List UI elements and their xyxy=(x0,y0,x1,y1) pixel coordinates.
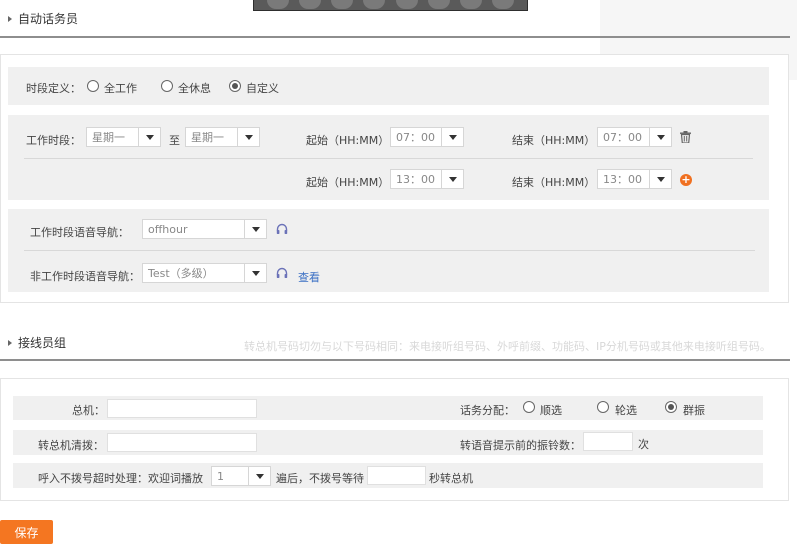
day-to-value: 星期一 xyxy=(191,131,224,144)
timeout-suffix-label: 秒转总机 xyxy=(429,472,473,485)
chevron-down-icon xyxy=(448,134,457,140)
period-option-all-rest: 全休息 xyxy=(178,82,211,95)
distribution-option-round-robin: 轮选 xyxy=(615,404,637,417)
chevron-down-icon xyxy=(145,134,154,140)
dial-input[interactable] xyxy=(107,433,257,452)
time-row-divider xyxy=(24,158,753,159)
timeout-mid-label: 遍后，不拨号等待 xyxy=(276,472,364,485)
nonwork-voice-nav-label: 非工作时段语音导航： xyxy=(30,270,140,283)
day-from-select[interactable]: 星期一 xyxy=(86,127,161,147)
rings-unit: 次 xyxy=(638,438,649,451)
add-icon[interactable]: + xyxy=(680,174,692,186)
end-time-select[interactable]: 13：00 xyxy=(597,169,672,189)
timeout-times-select[interactable]: 1 xyxy=(211,466,271,486)
player-button[interactable] xyxy=(459,0,482,9)
chevron-down-icon xyxy=(244,134,253,140)
chevron-down-icon xyxy=(251,270,260,276)
section-divider xyxy=(0,36,790,38)
period-option-custom: 自定义 xyxy=(246,82,279,95)
player-button[interactable] xyxy=(363,0,386,9)
trash-icon[interactable] xyxy=(680,131,691,143)
work-voice-nav-label: 工作时段语音导航： xyxy=(30,226,129,239)
rings-input[interactable] xyxy=(583,432,633,451)
headset-icon[interactable] xyxy=(276,223,288,235)
dropdown-button[interactable] xyxy=(237,128,259,146)
player-button[interactable] xyxy=(395,0,418,9)
chevron-down-icon xyxy=(255,473,264,479)
end-time-select[interactable]: 07：00 xyxy=(597,127,672,147)
end-time-label: 结束（HH:MM） xyxy=(512,134,596,147)
to-label: 至 xyxy=(169,134,180,147)
player-button[interactable] xyxy=(267,0,290,9)
work-voice-nav-select[interactable]: offhour xyxy=(142,219,267,239)
period-option-all-work: 全工作 xyxy=(104,82,137,95)
start-time-select[interactable]: 13：00 xyxy=(390,169,464,189)
dropdown-button[interactable] xyxy=(244,220,266,238)
day-to-select[interactable]: 星期一 xyxy=(185,127,260,147)
period-radio-custom[interactable] xyxy=(229,80,241,92)
distribution-option-group-ring: 群振 xyxy=(683,404,705,417)
media-player-bar xyxy=(253,0,528,11)
dropdown-button[interactable] xyxy=(248,467,270,485)
timeout-times-value: 1 xyxy=(217,469,224,483)
period-radio-all-rest[interactable] xyxy=(161,80,173,92)
start-time-label: 起始（HH:MM） xyxy=(306,134,390,147)
section-title-text: 自动话务员 xyxy=(18,12,79,26)
operator-group-hint: 转总机号码切勿与以下号码相同：来电接听组号码、外呼前缀、功能码、IP分机号码或其… xyxy=(244,340,771,353)
day-from-value: 星期一 xyxy=(92,131,125,144)
start-time-value: 13：00 xyxy=(396,173,435,186)
start-time-label: 起始（HH:MM） xyxy=(306,176,390,189)
dial-label: 转总机清拨： xyxy=(38,439,104,452)
start-time-value: 07：00 xyxy=(396,131,435,144)
distribution-radio-group-ring[interactable] xyxy=(665,401,677,413)
dropdown-button[interactable] xyxy=(441,170,463,188)
save-button[interactable]: 保存 xyxy=(0,520,53,544)
player-button[interactable] xyxy=(331,0,354,9)
nonwork-voice-nav-value: Test（多级） xyxy=(148,267,214,280)
rings-label: 转语音提示前的振铃数： xyxy=(460,439,581,452)
start-time-select[interactable]: 07：00 xyxy=(390,127,464,147)
dropdown-button[interactable] xyxy=(649,170,671,188)
player-button[interactable] xyxy=(299,0,322,9)
dropdown-button[interactable] xyxy=(649,128,671,146)
section-divider xyxy=(0,359,790,361)
section-title-text: 接线员组 xyxy=(18,336,67,350)
work-time-label: 工作时段： xyxy=(26,134,81,147)
view-link[interactable]: 查看 xyxy=(298,269,320,285)
period-label: 时段定义： xyxy=(26,82,81,95)
distribution-radio-sequential[interactable] xyxy=(523,401,535,413)
chevron-down-icon xyxy=(656,134,665,140)
section-title-operator-group[interactable]: 接线员组 xyxy=(8,334,66,351)
chevron-down-icon xyxy=(656,176,665,182)
dropdown-button[interactable] xyxy=(244,264,266,282)
timeout-label: 呼入不拨号超时处理：欢迎词播放 xyxy=(38,472,203,485)
expand-triangle-icon xyxy=(8,15,12,22)
nonwork-voice-nav-select[interactable]: Test（多级） xyxy=(142,263,267,283)
distribution-label: 话务分配： xyxy=(460,404,515,417)
dropdown-button[interactable] xyxy=(138,128,160,146)
work-voice-nav-value: offhour xyxy=(148,222,188,236)
player-button[interactable] xyxy=(427,0,450,9)
distribution-radio-round-robin[interactable] xyxy=(597,401,609,413)
switchboard-input[interactable] xyxy=(107,399,257,418)
player-button[interactable] xyxy=(491,0,514,9)
distribution-option-sequential: 顺选 xyxy=(540,404,562,417)
period-radio-all-work[interactable] xyxy=(87,80,99,92)
chevron-down-icon xyxy=(251,226,260,232)
voice-nav-divider xyxy=(24,250,755,251)
end-time-label: 结束（HH:MM） xyxy=(512,176,596,189)
end-time-value: 07：00 xyxy=(603,131,642,144)
end-time-value: 13：00 xyxy=(603,173,642,186)
dropdown-button[interactable] xyxy=(441,128,463,146)
timeout-wait-input[interactable] xyxy=(367,466,426,485)
chevron-down-icon xyxy=(448,176,457,182)
switchboard-label: 总机： xyxy=(72,404,105,417)
expand-triangle-icon xyxy=(8,339,12,346)
section-title-auto-attendant[interactable]: 自动话务员 xyxy=(8,10,78,27)
headset-icon[interactable] xyxy=(276,267,288,279)
